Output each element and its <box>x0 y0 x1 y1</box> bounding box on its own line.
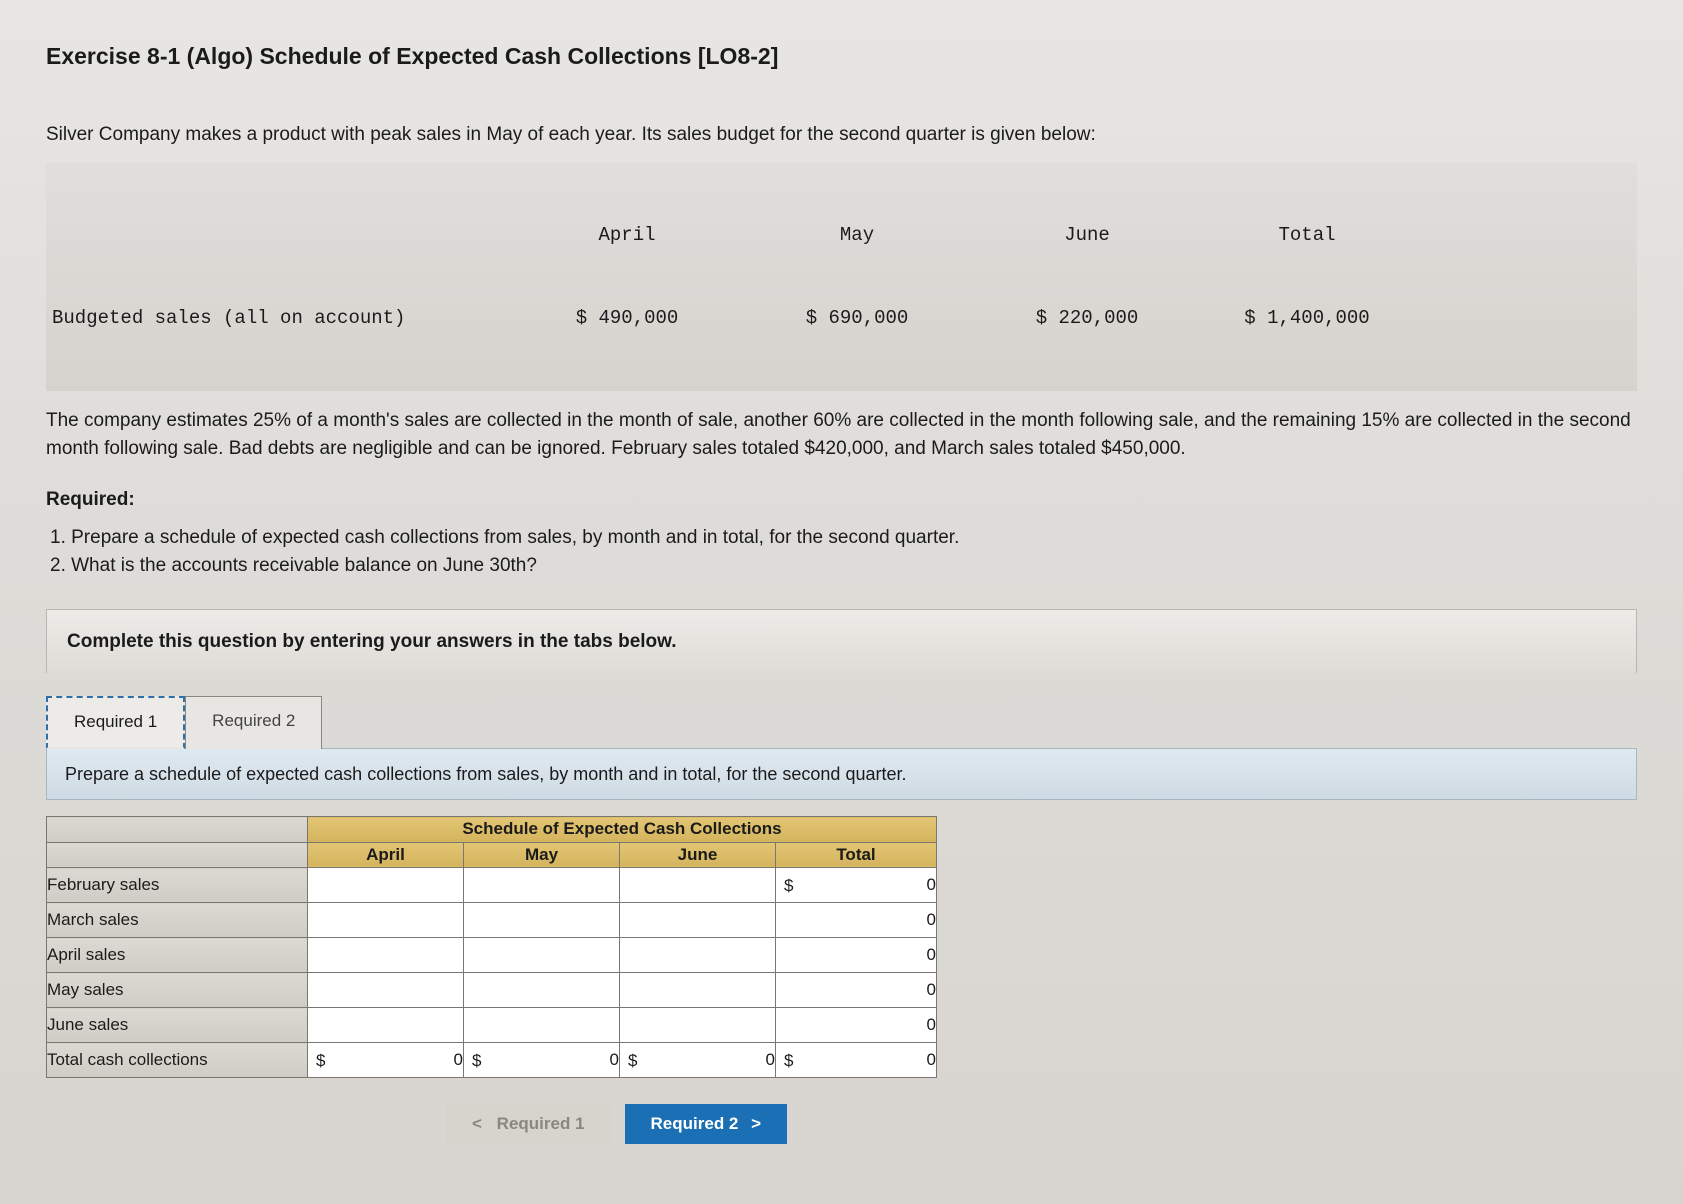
budget-val-may: $ 690,000 <box>742 305 972 333</box>
table-row-totals: Total cash collections $ 0 $ 0 $ 0 $ 0 <box>47 1043 937 1078</box>
budget-col-total: Total <box>1202 222 1412 250</box>
table-row: May sales 0 <box>47 973 937 1008</box>
next-button-label: Required 2 <box>651 1114 739 1133</box>
dollar-sign: $ <box>628 1049 637 1074</box>
total-may: 0 <box>776 973 937 1008</box>
input-apr-june[interactable] <box>620 938 776 973</box>
total-mar: 0 <box>776 903 937 938</box>
exercise-title: Exercise 8-1 (Algo) Schedule of Expected… <box>46 40 1637 73</box>
budget-val-total: $ 1,400,000 <box>1202 305 1412 333</box>
input-may-june[interactable] <box>620 973 776 1008</box>
chevron-left-icon: < <box>472 1114 482 1133</box>
sum-june-value: 0 <box>766 1050 775 1069</box>
input-feb-may[interactable] <box>464 868 620 903</box>
sum-may: $ 0 <box>464 1043 620 1078</box>
input-may-may[interactable] <box>464 973 620 1008</box>
answer-col-may: May <box>464 842 620 868</box>
tab-required-2[interactable]: Required 2 <box>185 696 322 749</box>
sum-total-value: 0 <box>927 1050 936 1069</box>
input-jun-june[interactable] <box>620 1008 776 1043</box>
bottom-nav: < Required 1 Required 2 > <box>446 1104 1637 1144</box>
total-feb: $ 0 <box>776 868 937 903</box>
budget-val-april: $ 490,000 <box>512 305 742 333</box>
tab-required-1[interactable]: Required 1 <box>46 696 185 749</box>
budget-blank-label <box>52 222 512 250</box>
next-button[interactable]: Required 2 > <box>625 1104 788 1144</box>
budget-col-june: June <box>972 222 1202 250</box>
table-row: February sales $ 0 <box>47 868 937 903</box>
requirements-list: 1. Prepare a schedule of expected cash c… <box>50 524 1637 581</box>
sum-may-value: 0 <box>610 1050 619 1069</box>
input-feb-april[interactable] <box>308 868 464 903</box>
prev-button-label: Required 1 <box>497 1114 585 1133</box>
sub-instruction: Prepare a schedule of expected cash coll… <box>46 748 1637 800</box>
tabs-row: Required 1 Required 2 <box>46 695 1637 749</box>
dollar-sign: $ <box>784 1049 793 1074</box>
row-feb-sales: February sales <box>47 868 308 903</box>
sum-total: $ 0 <box>776 1043 937 1078</box>
total-feb-value: 0 <box>927 875 936 894</box>
answer-col-june: June <box>620 842 776 868</box>
row-jun-sales: June sales <box>47 1008 308 1043</box>
collections-policy: The company estimates 25% of a month's s… <box>46 407 1637 462</box>
input-apr-may[interactable] <box>464 938 620 973</box>
answer-table-wrap: Schedule of Expected Cash Collections Ap… <box>46 816 1637 1078</box>
total-mar-value: 0 <box>927 910 936 929</box>
requirement-1: 1. Prepare a schedule of expected cash c… <box>50 524 1637 553</box>
answer-col-april: April <box>308 842 464 868</box>
intro-text: Silver Company makes a product with peak… <box>46 121 1637 149</box>
requirement-2: 2. What is the accounts receivable balan… <box>50 552 1637 581</box>
budget-row-label: Budgeted sales (all on account) <box>52 305 512 333</box>
sum-april-value: 0 <box>454 1050 463 1069</box>
total-apr: 0 <box>776 938 937 973</box>
prev-button[interactable]: < Required 1 <box>446 1104 611 1144</box>
row-may-sales: May sales <box>47 973 308 1008</box>
input-may-april[interactable] <box>308 973 464 1008</box>
budget-col-may: May <box>742 222 972 250</box>
instructions-bar: Complete this question by entering your … <box>46 609 1637 674</box>
sum-april: $ 0 <box>308 1043 464 1078</box>
sum-june: $ 0 <box>620 1043 776 1078</box>
row-total-collections: Total cash collections <box>47 1043 308 1078</box>
input-mar-june[interactable] <box>620 903 776 938</box>
dollar-sign: $ <box>472 1049 481 1074</box>
input-mar-april[interactable] <box>308 903 464 938</box>
dollar-sign: $ <box>316 1049 325 1074</box>
budget-col-april: April <box>512 222 742 250</box>
exercise-page: Exercise 8-1 (Algo) Schedule of Expected… <box>0 0 1683 1204</box>
input-mar-may[interactable] <box>464 903 620 938</box>
answer-table-main-header: Schedule of Expected Cash Collections <box>308 817 937 843</box>
budget-val-june: $ 220,000 <box>972 305 1202 333</box>
budget-table: April May June Total Budgeted sales (all… <box>46 163 1637 391</box>
table-row: June sales 0 <box>47 1008 937 1043</box>
total-jun-value: 0 <box>927 1015 936 1034</box>
input-feb-june[interactable] <box>620 868 776 903</box>
dollar-sign: $ <box>784 874 793 899</box>
table-row: April sales 0 <box>47 938 937 973</box>
row-apr-sales: April sales <box>47 938 308 973</box>
input-apr-april[interactable] <box>308 938 464 973</box>
answer-table: Schedule of Expected Cash Collections Ap… <box>46 816 937 1078</box>
total-apr-value: 0 <box>927 945 936 964</box>
input-jun-april[interactable] <box>308 1008 464 1043</box>
input-jun-may[interactable] <box>464 1008 620 1043</box>
total-jun: 0 <box>776 1008 937 1043</box>
chevron-right-icon: > <box>751 1114 761 1133</box>
answer-col-total: Total <box>776 842 937 868</box>
table-row: March sales 0 <box>47 903 937 938</box>
total-may-value: 0 <box>927 980 936 999</box>
required-header: Required: <box>46 486 1637 514</box>
row-mar-sales: March sales <box>47 903 308 938</box>
